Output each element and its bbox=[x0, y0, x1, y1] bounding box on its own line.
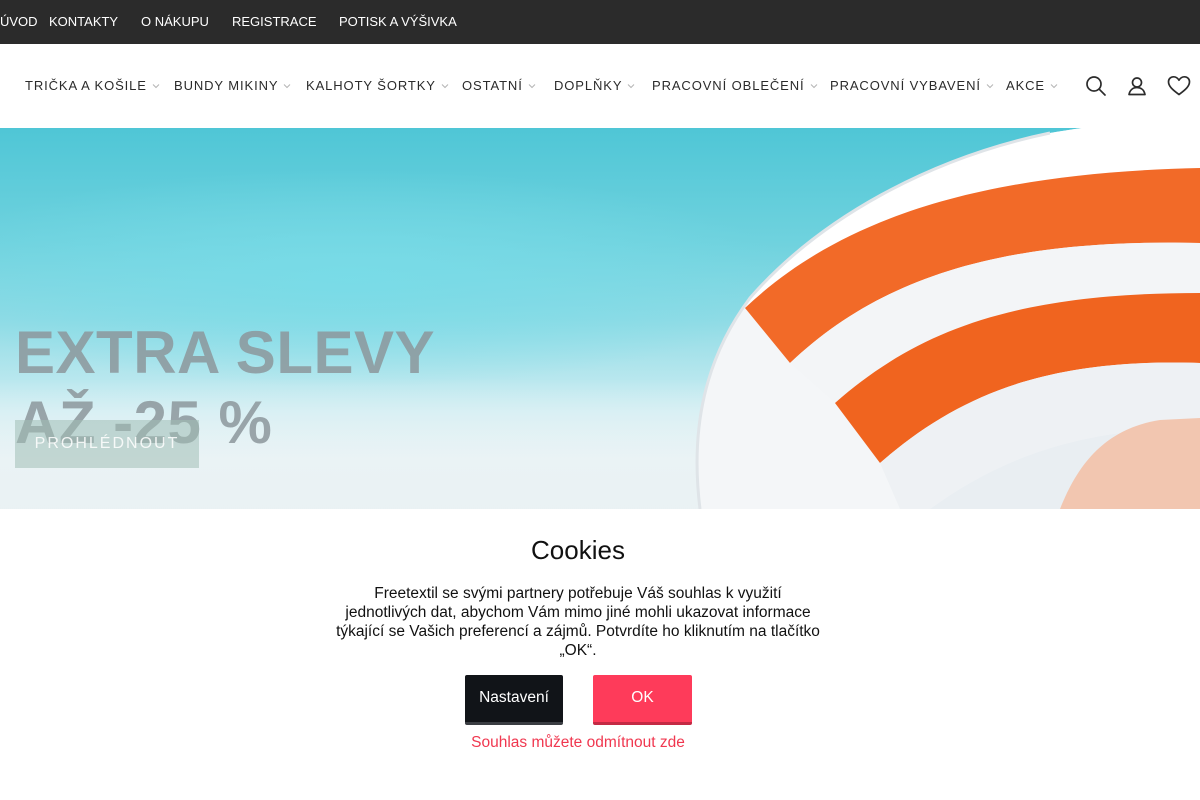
nav-item-label: AKCE bbox=[1006, 78, 1046, 93]
nav-item-tricka[interactable]: TRIČKA A KOŠILE bbox=[25, 79, 160, 93]
nav-item-label: DOPLŇKY bbox=[554, 78, 623, 93]
nav-item-pracovni-vybaveni[interactable]: PRACOVNÍ VYBAVENÍ bbox=[830, 79, 994, 93]
chevron-down-icon bbox=[627, 82, 635, 90]
cookie-description: Freetextil se svými partnery potřebuje V… bbox=[336, 585, 820, 659]
nav-item-label: KALHOTY ŠORTKY bbox=[306, 78, 436, 93]
search-icon[interactable] bbox=[1084, 74, 1108, 98]
nav-item-label: BUNDY MIKINY bbox=[174, 78, 279, 93]
nav-item-doplnky[interactable]: DOPLŇKY bbox=[554, 79, 635, 93]
topbar-link-o-nakupu[interactable]: O NÁKUPU bbox=[141, 15, 209, 29]
hero-browse-button[interactable]: PROHLÉDNOUT bbox=[15, 420, 199, 468]
chevron-down-icon bbox=[528, 82, 536, 90]
cookie-reject-link[interactable]: Souhlas můžete odmítnout zde bbox=[0, 734, 1156, 752]
nav-item-kalhoty[interactable]: KALHOTY ŠORTKY bbox=[306, 79, 449, 93]
nav-item-label: PRACOVNÍ OBLEČENÍ bbox=[652, 78, 805, 93]
chevron-down-icon bbox=[810, 82, 818, 90]
nav-item-akce[interactable]: AKCE bbox=[1006, 79, 1058, 93]
topbar-link-potisk[interactable]: POTISK A VÝŠIVKA bbox=[339, 15, 457, 29]
nav-item-ostatni[interactable]: OSTATNÍ bbox=[462, 79, 536, 93]
nav-item-label: PRACOVNÍ VYBAVENÍ bbox=[830, 78, 981, 93]
nav-item-label: OSTATNÍ bbox=[462, 78, 523, 93]
nav-item-label: TRIČKA A KOŠILE bbox=[25, 78, 147, 93]
nav-item-pracovni-obleceni[interactable]: PRACOVNÍ OBLEČENÍ bbox=[652, 79, 818, 93]
topbar-link-kontakty[interactable]: KONTAKTY bbox=[49, 15, 118, 29]
topbar-link-registrace[interactable]: REGISTRACE bbox=[232, 15, 317, 29]
cookie-settings-button[interactable]: Nastavení bbox=[465, 675, 563, 725]
main-navigation: TRIČKA A KOŠILE BUNDY MIKINY KALHOTY ŠOR… bbox=[0, 44, 1200, 128]
nav-item-bundy[interactable]: BUNDY MIKINY bbox=[174, 79, 291, 93]
chevron-down-icon bbox=[986, 82, 994, 90]
hero-title-line1: EXTRA SLEVY bbox=[15, 319, 436, 386]
chevron-down-icon bbox=[152, 82, 160, 90]
cookie-title: Cookies bbox=[531, 535, 625, 565]
hero-banner[interactable]: EXTRA SLEVY AŽ -25 % PROHLÉDNOUT bbox=[0, 128, 1200, 509]
chevron-down-icon bbox=[1050, 82, 1058, 90]
top-utility-bar: ÚVOD KONTAKTY O NÁKUPU REGISTRACE POTISK… bbox=[0, 0, 1200, 44]
cookie-consent-panel: Cookies Freetextil se svými partnery pot… bbox=[0, 509, 1200, 800]
cookie-ok-button[interactable]: OK bbox=[593, 675, 692, 725]
topbar-link-uvod[interactable]: ÚVOD bbox=[0, 15, 38, 29]
heart-icon[interactable] bbox=[1166, 74, 1192, 98]
user-icon[interactable] bbox=[1125, 74, 1149, 98]
chevron-down-icon bbox=[441, 82, 449, 90]
chevron-down-icon bbox=[283, 82, 291, 90]
